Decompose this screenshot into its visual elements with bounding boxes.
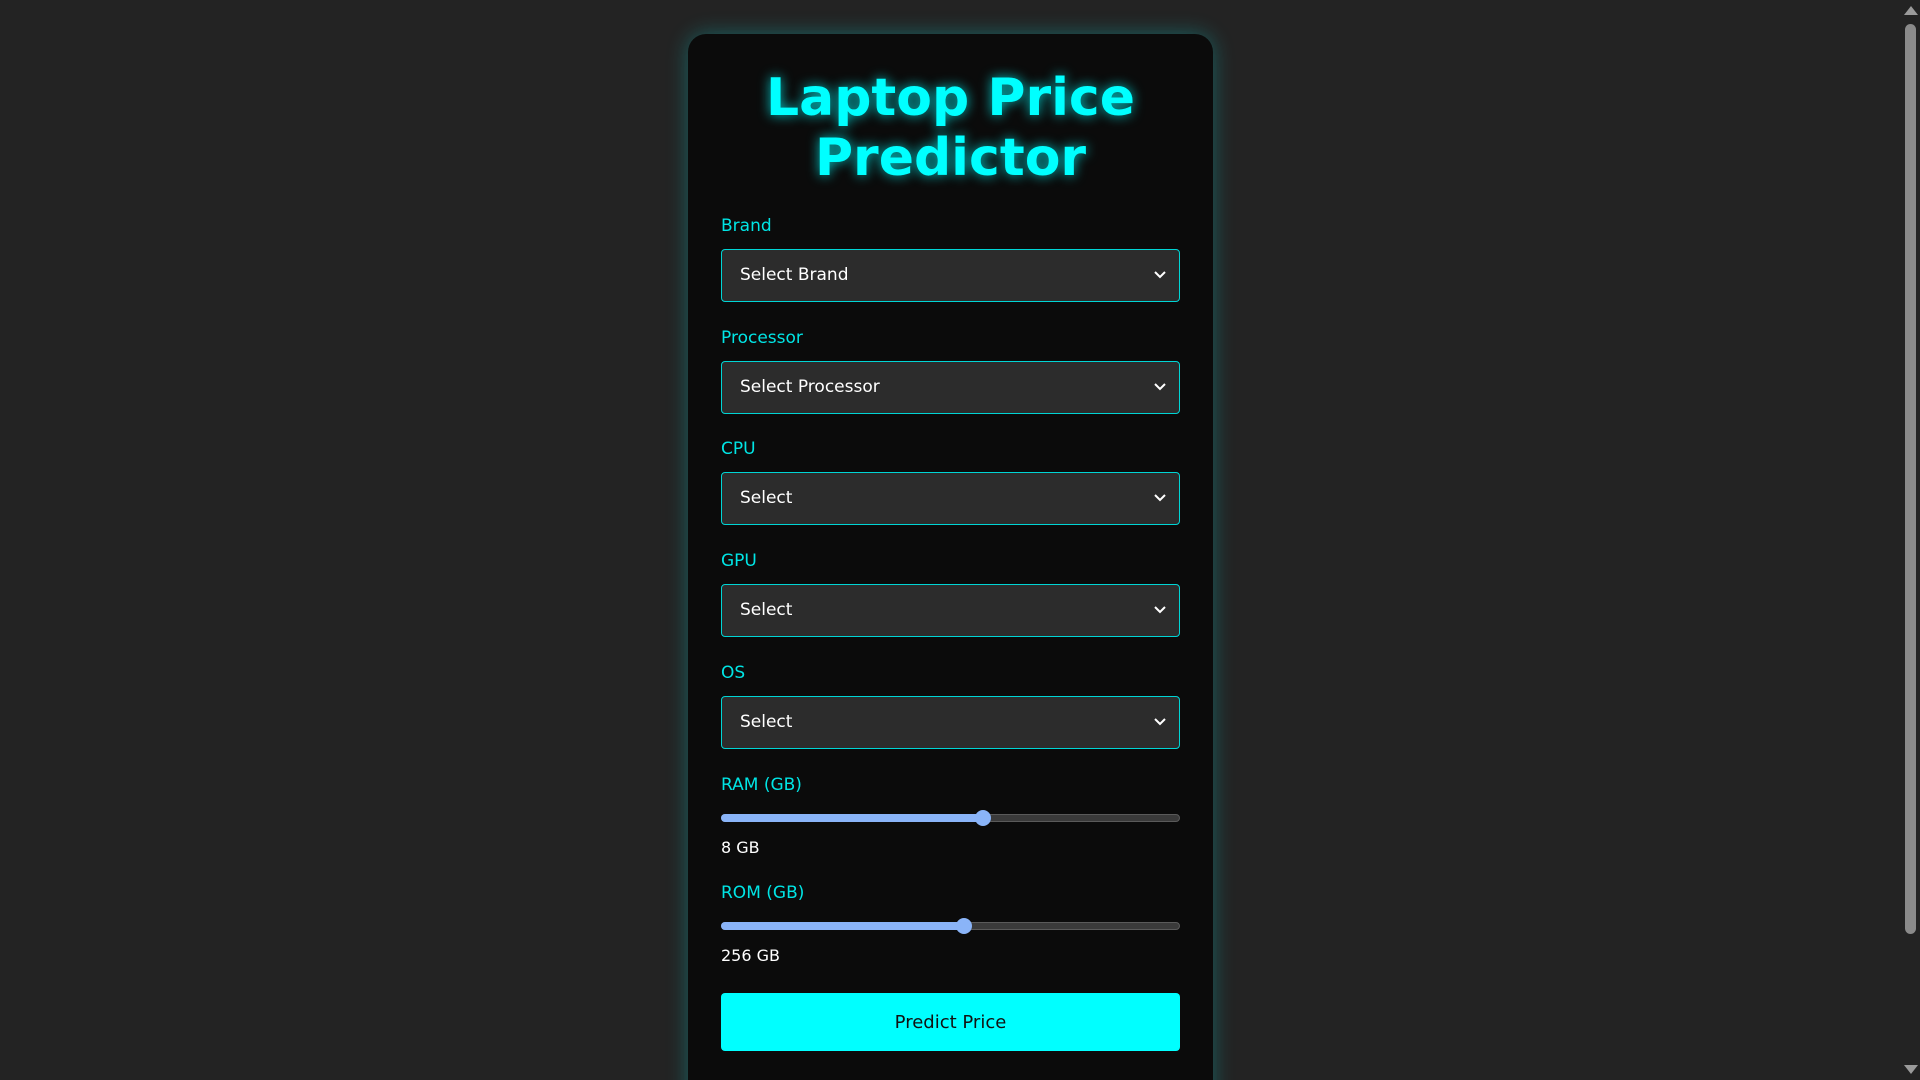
chevron-down-icon [1149,473,1171,523]
ram-slider[interactable] [721,810,1180,826]
rom-slider-fill [721,922,965,930]
chevron-down-icon [1149,250,1171,300]
gpu-label: GPU [721,551,757,571]
ram-value: 8 GB [721,838,760,857]
processor-select[interactable]: Select Processor [721,361,1180,414]
processor-field: Processor Select Processor [721,328,1180,414]
scrollbar[interactable] [1900,0,1920,1080]
cpu-select[interactable]: Select [721,472,1180,525]
chevron-down-icon [1149,362,1171,412]
rom-label: ROM (GB) [721,883,805,903]
triangle-down-icon[interactable] [1904,1065,1918,1074]
os-select[interactable]: Select [721,696,1180,749]
ram-field: RAM (GB) 8 GB [721,775,1180,858]
gpu-select-value: Select [740,600,793,620]
processor-label: Processor [721,328,803,348]
processor-select-value: Select Processor [740,377,880,397]
ram-slider-fill [721,814,983,822]
ram-label: RAM (GB) [721,775,802,795]
scrollbar-thumb[interactable] [1905,24,1916,934]
cpu-select-value: Select [740,488,793,508]
gpu-select[interactable]: Select [721,584,1180,637]
chevron-down-icon [1149,697,1171,747]
chevron-down-icon [1149,585,1171,635]
predict-price-button[interactable]: Predict Price [721,993,1180,1051]
predictor-card: Laptop Price Predictor Brand Select Bran… [688,34,1213,1080]
rom-field: ROM (GB) 256 GB [721,883,1180,966]
gpu-field: GPU Select [721,551,1180,637]
submit-row: Predict Price [721,993,1180,1051]
cpu-label: CPU [721,439,756,459]
os-label: OS [721,663,746,683]
brand-field: Brand Select Brand [721,216,1180,302]
rom-slider-thumb[interactable] [956,918,973,934]
page-title: Laptop Price Predictor [765,68,1136,188]
os-field: OS Select [721,663,1180,749]
rom-slider[interactable] [721,918,1180,934]
rom-value: 256 GB [721,946,780,965]
brand-select-value: Select Brand [740,265,849,285]
brand-select[interactable]: Select Brand [721,249,1180,302]
cpu-field: CPU Select [721,439,1180,525]
brand-label: Brand [721,216,772,236]
triangle-up-icon[interactable] [1904,6,1918,15]
page: Laptop Price Predictor Brand Select Bran… [0,0,1920,1080]
os-select-value: Select [740,712,793,732]
ram-slider-thumb[interactable] [974,810,991,826]
